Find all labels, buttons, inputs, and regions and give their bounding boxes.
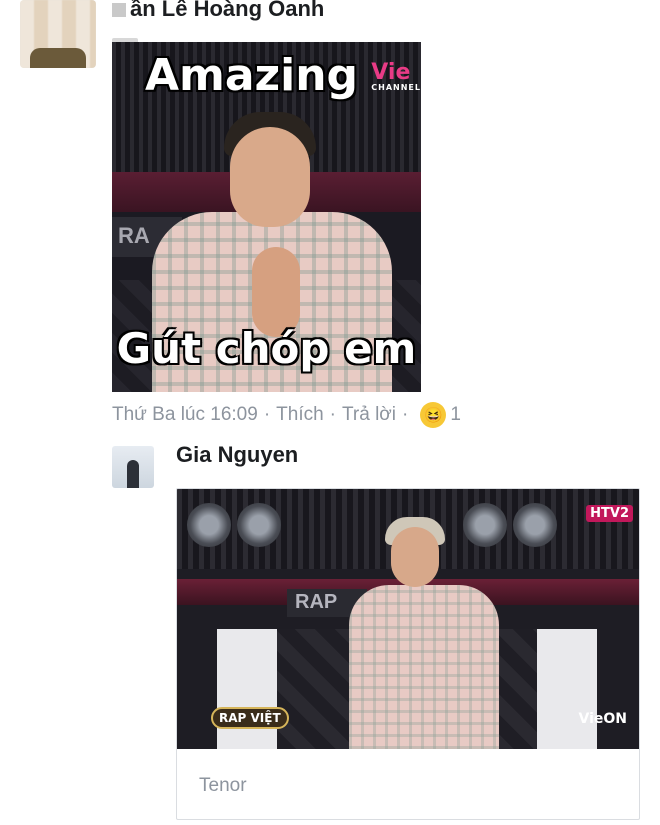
gif-attachment-card[interactable]: RAP HTV2 RAP VIỆT VieON Tenor [176, 488, 640, 820]
meme-image[interactable]: RA Vie CHANNEL Amazing Gút chóp em [112, 42, 421, 392]
gif-provider-label: Tenor [199, 775, 247, 796]
reply-author-name[interactable]: Gia Nguyen [176, 442, 298, 468]
haha-emoji-icon[interactable]: 😆 [420, 402, 447, 428]
comment-timestamp[interactable]: Thứ Ba lúc 16:09 [112, 404, 258, 426]
rap-viet-logo: RAP VIỆT [211, 707, 289, 729]
vieon-logo: VieON [578, 711, 627, 727]
reply-link[interactable]: Trả lời [342, 404, 396, 426]
comment-meta: Thứ Ba lúc 16:09 · Thích · Trả lời · 😆 1 [112, 402, 461, 428]
meme-top-caption: Amazing [144, 50, 359, 101]
gif-image[interactable]: RAP HTV2 RAP VIỆT VieON [177, 489, 639, 749]
meme-bottom-caption: Gút chóp em [116, 324, 417, 373]
reply-avatar[interactable] [112, 446, 154, 488]
commenter-avatar[interactable] [20, 0, 96, 68]
commenter-name[interactable]: ần Lê Hoàng Oanh [112, 0, 324, 22]
htv2-logo: HTV2 [586, 505, 633, 522]
like-link[interactable]: Thích [276, 404, 324, 426]
reaction-count[interactable]: 1 [450, 404, 461, 426]
commenter-name-text[interactable]: ần Lê Hoàng Oanh [130, 0, 324, 21]
